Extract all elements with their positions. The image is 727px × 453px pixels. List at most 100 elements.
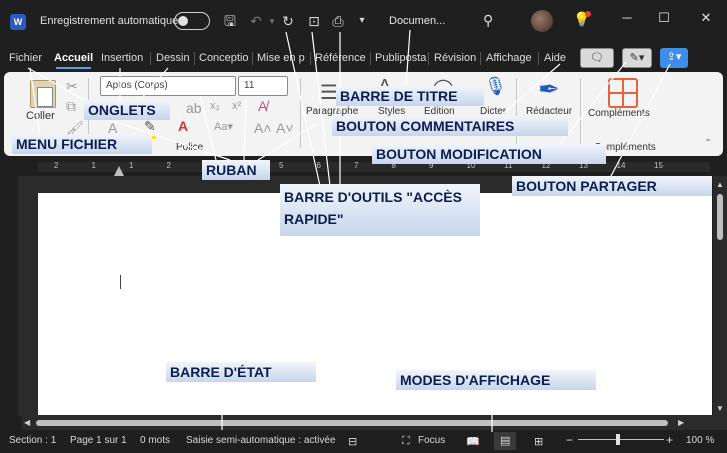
minimize-button[interactable]: ─ [617, 10, 637, 25]
tab-mise-en-page[interactable]: Mise en p [257, 52, 305, 64]
zoom-in-button[interactable]: + [666, 433, 673, 447]
complements-label[interactable]: Compléments [588, 108, 650, 119]
callout-bouton-modification: BOUTON MODIFICATION [372, 144, 606, 164]
redacteur-icon[interactable]: ✒ [538, 74, 560, 105]
zoom-level[interactable]: 100 % [686, 435, 714, 446]
tab-separator [194, 52, 195, 65]
ruler-number: 15 [654, 161, 663, 170]
horizontal-scroll-thumb[interactable] [36, 420, 668, 426]
word-count[interactable]: 0 mots [140, 435, 170, 446]
tab-separator [252, 52, 253, 65]
pen-icon: ✎▾ [629, 52, 645, 64]
tab-separator [538, 52, 539, 65]
paste-label[interactable]: Coller [26, 110, 55, 122]
search-icon[interactable]: ⚲ [483, 12, 493, 29]
tab-bar: Fichier Accueil Insertion Dessin Concept… [0, 44, 727, 72]
close-button[interactable]: ✕ [696, 10, 716, 26]
zoom-slider-thumb[interactable] [616, 434, 620, 445]
zoom-out-button[interactable]: − [566, 433, 573, 447]
accessibility-icon[interactable]: ⊟ [348, 435, 357, 448]
ruler-number: 6 [316, 161, 321, 170]
callout-modes-affichage: MODES D'AFFICHAGE [396, 370, 596, 390]
tab-accueil[interactable]: Accueil [54, 52, 93, 69]
section-indicator[interactable]: Section : 1 [9, 435, 56, 446]
font-group-label: Police [176, 142, 204, 153]
highlight-icon[interactable]: ✎ [144, 118, 156, 135]
callout-barre-etat: BARRE D'ÉTAT [166, 362, 316, 382]
save-icon[interactable]: 🖫 [222, 13, 238, 29]
tab-aide[interactable]: Aide [544, 52, 566, 64]
scroll-right-icon[interactable]: ▶ [678, 418, 684, 427]
vertical-scroll-thumb[interactable] [717, 194, 723, 240]
change-case-icon[interactable]: Aa▾ [214, 120, 233, 133]
tab-revision[interactable]: Révision [434, 52, 476, 64]
undo-icon[interactable]: ↶ [248, 13, 264, 29]
paste-icon[interactable] [30, 80, 56, 108]
tab-dessin[interactable]: Dessin [156, 52, 190, 64]
scroll-up-icon[interactable]: ▲ [716, 180, 724, 189]
ruler-number: 2 [166, 161, 171, 170]
complements-icon[interactable] [608, 78, 638, 108]
shrink-font-icon[interactable]: A˅ [276, 120, 294, 136]
redo-icon[interactable]: ↻ [280, 13, 296, 29]
microphone-icon[interactable]: 🎙 [484, 76, 507, 97]
ruler-number: 5 [279, 161, 284, 170]
strikethrough-icon[interactable]: ab [186, 100, 202, 116]
text-caret [120, 275, 121, 289]
scroll-left-icon[interactable]: ◀ [24, 418, 30, 427]
tab-publipostage[interactable]: Publiposta [375, 52, 426, 64]
autosave-label: Enregistrement automatique [40, 15, 179, 27]
copy-icon[interactable]: ⧉ [66, 98, 76, 115]
tab-references[interactable]: Référence [315, 52, 366, 64]
callout-onglets: ONGLETS [84, 100, 170, 120]
share-button[interactable]: ⇪▾ [660, 48, 688, 68]
touch-mode-icon[interactable]: ⊡ [306, 13, 322, 29]
ribbon-separator [516, 78, 517, 148]
superscript-icon[interactable]: x² [232, 100, 241, 112]
editing-mode-button[interactable]: ✎▾ [622, 48, 652, 68]
zoom-slider-track[interactable] [578, 439, 664, 440]
horizontal-ruler: 21123456789101112131415 [0, 158, 727, 176]
notification-dot [585, 11, 591, 17]
focus-label[interactable]: Focus [418, 435, 445, 446]
subscript-icon[interactable]: x₂ [210, 100, 220, 112]
tab-separator [310, 52, 311, 65]
avatar[interactable] [531, 10, 553, 32]
tab-insertion[interactable]: Insertion [101, 52, 143, 64]
grow-font-icon[interactable]: A˄ [254, 120, 272, 136]
ribbon-separator [580, 78, 581, 148]
undo-dropdown-icon[interactable]: ▾ [264, 13, 280, 29]
tab-separator [370, 52, 371, 65]
tab-fichier[interactable]: Fichier [9, 52, 42, 64]
tab-separator [150, 52, 151, 65]
callout-bouton-partager: BOUTON PARTAGER [512, 176, 712, 196]
read-mode-icon[interactable]: 📖 [466, 435, 480, 448]
ribbon-separator [300, 78, 301, 148]
scroll-down-icon[interactable]: ▼ [716, 404, 724, 413]
ruler-number: 7 [354, 161, 359, 170]
focus-icon[interactable]: ⛶ [402, 435, 410, 448]
tab-conception[interactable]: Conceptio [199, 52, 249, 64]
callout-ruban: RUBAN [202, 160, 270, 180]
autocomplete-status[interactable]: Saisie semi-automatique : activée [186, 435, 336, 446]
cut-icon[interactable]: ✂ [66, 78, 78, 95]
document-title[interactable]: Documen... [389, 15, 445, 27]
ruler-number: 14 [616, 161, 626, 170]
print-layout-icon: ▤ [500, 435, 511, 447]
clear-format-icon[interactable]: A̸ [258, 98, 267, 114]
autosave-toggle[interactable] [174, 12, 210, 30]
web-layout-icon[interactable]: ⊞ [534, 435, 543, 448]
vertical-ruler [0, 180, 16, 410]
collapse-ribbon-icon[interactable]: ⌃ [704, 138, 712, 149]
font-size-select[interactable]: 11 [238, 76, 288, 96]
comments-button[interactable]: 🗨 [580, 48, 614, 68]
comment-icon: 🗨 [590, 52, 604, 64]
print-icon[interactable]: ⎙ [330, 13, 346, 29]
maximize-button[interactable]: ☐ [654, 10, 674, 26]
customize-toolbar-icon[interactable]: ▾ [354, 13, 370, 29]
tab-affichage[interactable]: Affichage [486, 52, 532, 64]
tab-separator [480, 52, 481, 65]
page-indicator[interactable]: Page 1 sur 1 [70, 435, 127, 446]
font-color-icon[interactable]: A [178, 118, 188, 134]
font-name-select[interactable]: Aptos (Corps) [100, 76, 236, 96]
